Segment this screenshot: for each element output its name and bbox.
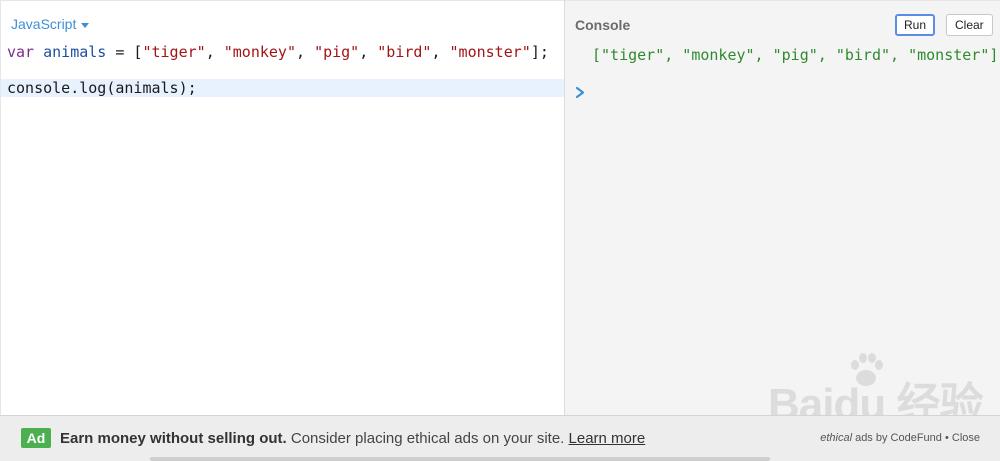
end-token: ]; — [530, 43, 549, 61]
code-area[interactable]: var animals = ["tiger", "monkey", "pig",… — [1, 41, 565, 97]
console-output: ["tiger", "monkey", "pig", "bird", "mons… — [592, 46, 999, 64]
learn-more-link[interactable]: Learn more — [569, 430, 646, 447]
string-token: "monkey" — [223, 43, 296, 61]
separator-token: , — [431, 43, 450, 61]
ad-close-link[interactable]: Close — [952, 432, 980, 444]
ad-meta-ethical: ethical — [820, 432, 853, 444]
clear-button[interactable]: Clear — [946, 14, 993, 36]
string-token: "pig" — [314, 43, 360, 61]
console-title: Console — [575, 17, 631, 33]
ad-bar: Ad Earn money without selling out. Consi… — [0, 415, 1000, 461]
horizontal-scrollbar[interactable] — [150, 457, 770, 461]
separator-token: , — [359, 43, 378, 61]
ad-body: Consider placing ethical ads on your sit… — [286, 430, 569, 447]
code-line-1[interactable]: var animals = ["tiger", "monkey", "pig",… — [1, 43, 565, 61]
variable-token: animals — [43, 43, 107, 61]
separator-token: , — [205, 43, 224, 61]
code-line-2[interactable] — [1, 61, 565, 79]
ad-text: Earn money without selling out. Consider… — [60, 430, 645, 447]
code-line-3-text: console.log(animals); — [7, 79, 197, 97]
ad-meta-rest: ads by CodeFund • — [852, 432, 952, 444]
keyword-token: var — [7, 43, 35, 61]
language-selector[interactable]: JavaScript — [11, 16, 90, 32]
ad-meta: ethical ads by CodeFund • Close — [820, 432, 980, 444]
assign-token: = [ — [106, 43, 143, 61]
string-token: "monster" — [449, 43, 531, 61]
code-editor-pane[interactable]: JavaScript var animals = ["tiger", "monk… — [0, 0, 565, 415]
caret-down-icon[interactable] — [81, 22, 90, 28]
run-button[interactable]: Run — [895, 14, 936, 36]
chevron-right-icon[interactable] — [574, 83, 588, 101]
language-label[interactable]: JavaScript — [11, 16, 76, 32]
ad-headline: Earn money without selling out. — [60, 430, 287, 447]
string-token: "bird" — [377, 43, 432, 61]
ad-badge: Ad — [21, 428, 51, 448]
string-token: "tiger" — [142, 43, 206, 61]
separator-token: , — [296, 43, 315, 61]
code-line-3[interactable]: console.log(animals); — [1, 79, 565, 97]
console-pane: Console Run Clear ["tiger", "monkey", "p… — [565, 0, 1000, 415]
